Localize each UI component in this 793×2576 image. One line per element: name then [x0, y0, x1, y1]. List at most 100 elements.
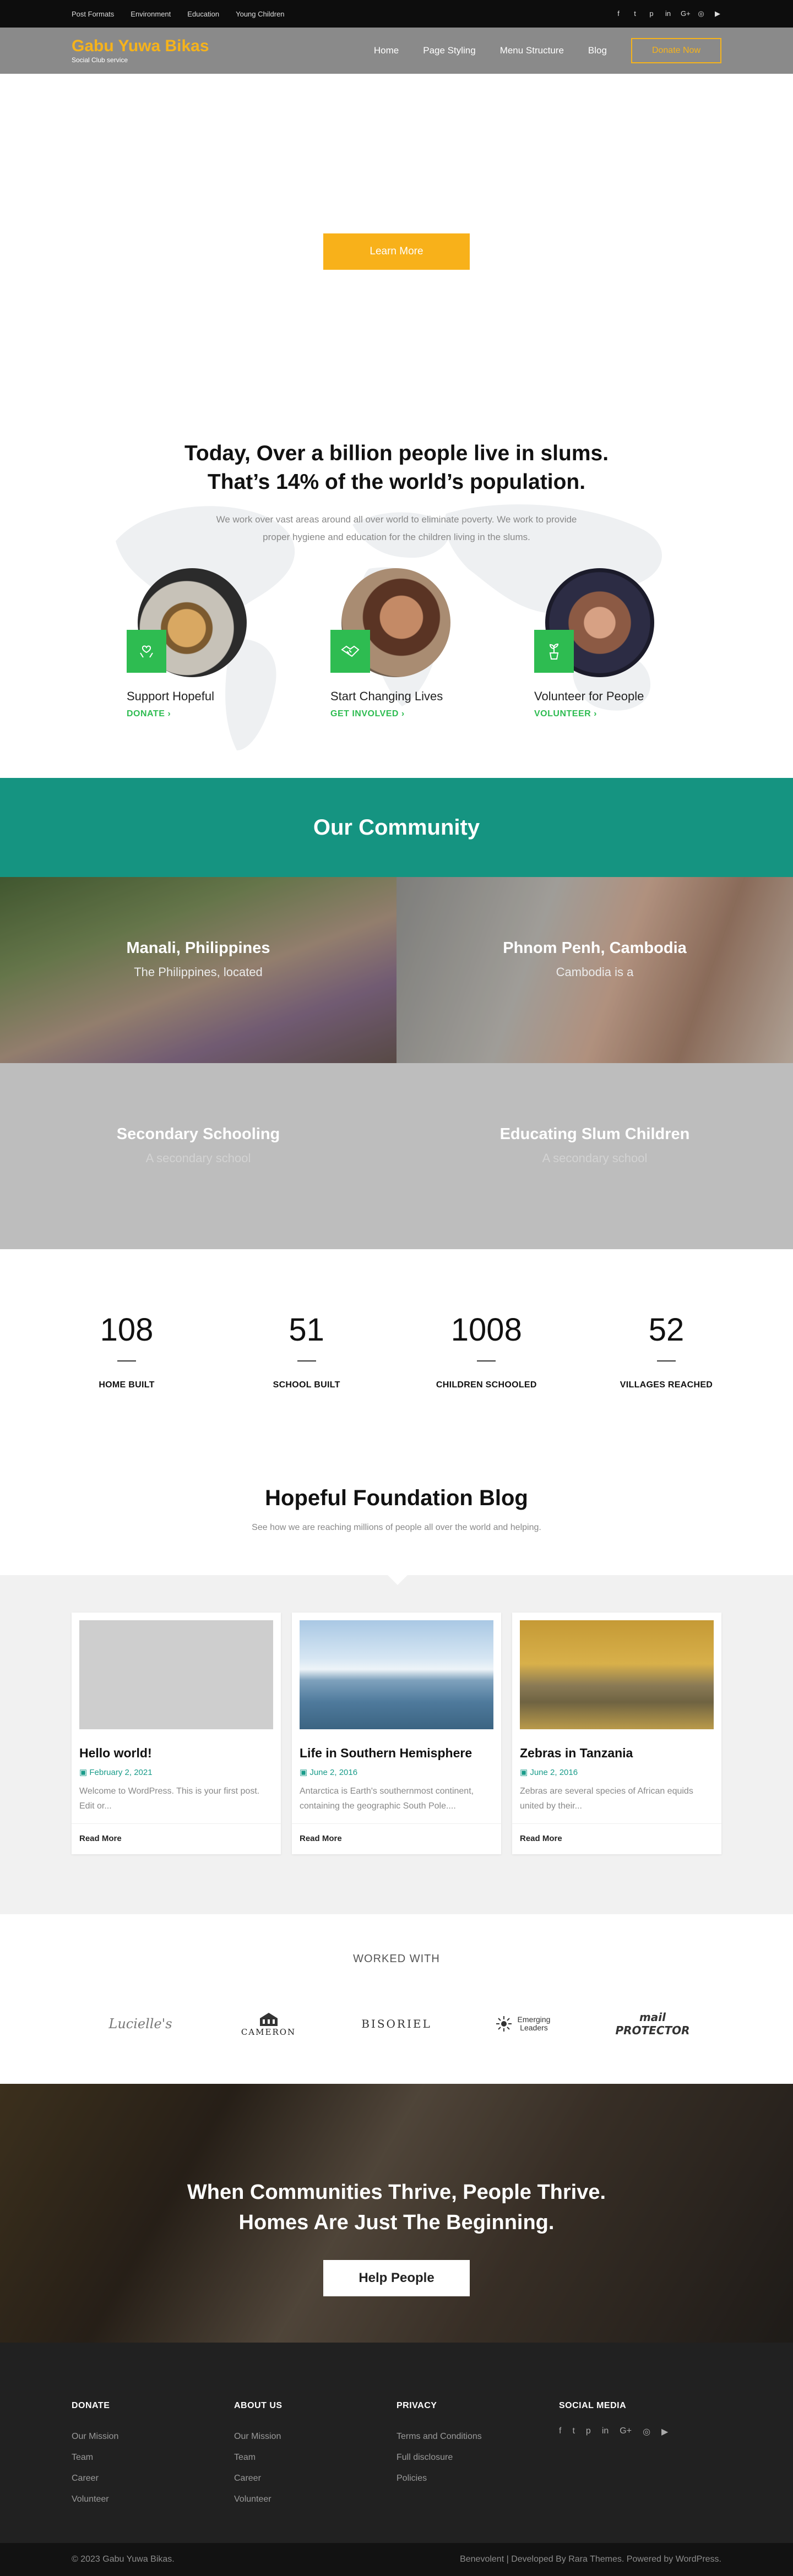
- facebook-icon[interactable]: f: [559, 2426, 561, 2437]
- calendar-icon: ▣: [300, 1768, 310, 1777]
- mission-title-line2: That’s 14% of the world’s population.: [207, 470, 586, 494]
- stats-section: 108 HOME BUILT 51 SCHOOL BUILT 1008 CHIL…: [0, 1249, 793, 1447]
- nav-page-styling[interactable]: Page Styling: [423, 45, 475, 56]
- post-thumbnail-placeholder[interactable]: [79, 1620, 273, 1729]
- stat-label: HOME BUILT: [99, 1380, 155, 1390]
- partner-logo-mail-protector[interactable]: mail PROTECTOR: [611, 2002, 694, 2046]
- partner-logo-cameron[interactable]: CAMERON: [227, 2002, 310, 2046]
- footer-link[interactable]: Terms and Conditions: [397, 2426, 559, 2447]
- footer-link[interactable]: Team: [72, 2447, 234, 2468]
- stat-home-built: 108 HOME BUILT: [72, 1314, 182, 1390]
- mission-title-line1: Today, Over a billion people live in slu…: [184, 442, 609, 465]
- pinterest-icon[interactable]: p: [648, 9, 655, 18]
- nav-home[interactable]: Home: [374, 45, 399, 56]
- get-involved-link[interactable]: GET INVOLVED ›: [330, 709, 463, 719]
- partner-logo-emerging-leaders[interactable]: Emerging Leaders: [484, 2002, 566, 2046]
- pinterest-icon[interactable]: p: [586, 2426, 591, 2437]
- help-people-button[interactable]: Help People: [323, 2260, 470, 2296]
- community-tile-manali[interactable]: Manali, Philippines The Philippines, loc…: [0, 877, 397, 1063]
- post-date[interactable]: ▣ February 2, 2021: [79, 1767, 273, 1777]
- youtube-icon[interactable]: ▶: [661, 2426, 668, 2437]
- twitter-icon[interactable]: t: [572, 2426, 574, 2437]
- volunteer-link[interactable]: VOLUNTEER ›: [534, 709, 666, 719]
- partner-logos: Lucielle's CAMERON BISORIEL Emerging Lea…: [99, 2002, 694, 2046]
- stat-number: 108: [100, 1312, 154, 1348]
- footer-link[interactable]: Volunteer: [234, 2489, 397, 2510]
- google-plus-icon[interactable]: G+: [681, 9, 691, 18]
- post-title[interactable]: Hello world!: [79, 1746, 273, 1761]
- post-card: Hello world! ▣ February 2, 2021 Welcome …: [72, 1613, 281, 1854]
- post-date[interactable]: ▣ June 2, 2016: [300, 1767, 493, 1777]
- site-footer: DONATE Our Mission Team Career Volunteer…: [0, 2343, 793, 2543]
- partner-logo-text: Emerging Leaders: [517, 2015, 551, 2032]
- footer-link[interactable]: Career: [234, 2468, 397, 2489]
- post-thumbnail-antarctica[interactable]: [300, 1620, 493, 1729]
- read-more-link[interactable]: Read More: [72, 1823, 281, 1854]
- donate-link[interactable]: DONATE ›: [127, 709, 259, 719]
- brand[interactable]: Gabu Yuwa Bikas Social Club service: [72, 37, 209, 64]
- tile-desc: The Philippines, located: [134, 965, 263, 979]
- footer-link[interactable]: Full disclosure: [397, 2447, 559, 2468]
- top-link-environment[interactable]: Environment: [131, 10, 171, 18]
- stat-number: 51: [289, 1312, 324, 1348]
- footer-link[interactable]: Policies: [397, 2468, 559, 2489]
- top-bar: Post Formats Environment Education Young…: [0, 0, 793, 28]
- top-link-education[interactable]: Education: [187, 10, 219, 18]
- feature-title: Support Hopeful: [127, 689, 214, 703]
- nav-menu-structure[interactable]: Menu Structure: [500, 45, 564, 56]
- donate-now-button[interactable]: Donate Now: [631, 38, 721, 63]
- post-title[interactable]: Life in Southern Hemisphere: [300, 1746, 493, 1761]
- handshake-icon: [330, 630, 370, 673]
- tile-title: Educating Slum Children: [499, 1125, 690, 1143]
- twitter-icon[interactable]: t: [631, 9, 639, 18]
- post-title[interactable]: Zebras in Tanzania: [520, 1746, 714, 1761]
- footer-link[interactable]: Volunteer: [72, 2489, 234, 2510]
- post-date-text: February 2, 2021: [89, 1768, 153, 1777]
- community-tile-phnom-penh[interactable]: Phnom Penh, Cambodia Cambodia is a: [397, 877, 793, 1063]
- footer-link[interactable]: Team: [234, 2447, 397, 2468]
- stat-divider: [297, 1360, 316, 1361]
- stat-villages-reached: 52 VILLAGES REACHED: [611, 1314, 721, 1390]
- cta-section: When Communities Thrive, People Thrive. …: [0, 2084, 793, 2343]
- blog-title: Hopeful Foundation Blog: [265, 1486, 528, 1510]
- post-thumbnail-zebras[interactable]: [520, 1620, 714, 1729]
- post-date[interactable]: ▣ June 2, 2016: [520, 1767, 714, 1777]
- linkedin-icon[interactable]: in: [664, 9, 672, 18]
- partner-logo-bisoriel[interactable]: BISORIEL: [355, 2002, 438, 2046]
- posts-row: Hello world! ▣ February 2, 2021 Welcome …: [72, 1575, 721, 1854]
- calendar-icon: ▣: [79, 1768, 90, 1777]
- youtube-icon[interactable]: ▶: [714, 9, 721, 18]
- top-link-post-formats[interactable]: Post Formats: [72, 10, 114, 18]
- read-more-link[interactable]: Read More: [512, 1823, 721, 1854]
- stat-label: SCHOOL BUILT: [273, 1380, 340, 1390]
- calendar-icon: ▣: [520, 1768, 530, 1777]
- learn-more-button[interactable]: Learn More: [323, 233, 470, 270]
- top-link-young-children[interactable]: Young Children: [236, 10, 284, 18]
- stat-school-built: 51 SCHOOL BUILT: [252, 1314, 362, 1390]
- community-tile-educating-slum-children[interactable]: Educating Slum Children A secondary scho…: [397, 1063, 793, 1249]
- footer-col-social: SOCIAL MEDIA f t p in G+ ◎ ▶: [559, 2401, 721, 2510]
- footer-link[interactable]: Our Mission: [234, 2426, 397, 2447]
- stat-number: 52: [648, 1312, 685, 1348]
- site-name[interactable]: Gabu Yuwa Bikas: [72, 37, 209, 55]
- facebook-icon[interactable]: f: [615, 9, 622, 18]
- partner-logo-text: mail PROTECTOR: [615, 2011, 690, 2037]
- footer-link[interactable]: Our Mission: [72, 2426, 234, 2447]
- feature-support: Support Hopeful DONATE ›: [127, 568, 259, 719]
- blog-subtitle: See how we are reaching millions of peop…: [252, 1523, 541, 1532]
- credits-text[interactable]: Benevolent | Developed By Rara Themes. P…: [460, 2555, 721, 2564]
- read-more-link[interactable]: Read More: [292, 1823, 501, 1854]
- partner-logo-lucielles[interactable]: Lucielle's: [99, 2002, 182, 2046]
- stat-divider: [656, 1360, 676, 1361]
- instagram-icon[interactable]: ◎: [697, 9, 705, 18]
- partner-logo-text: CAMERON: [241, 2027, 296, 2037]
- google-plus-icon[interactable]: G+: [620, 2426, 632, 2437]
- linkedin-icon[interactable]: in: [602, 2426, 609, 2437]
- mission-sub-line2: proper hygiene and education for the chi…: [263, 532, 530, 542]
- instagram-icon[interactable]: ◎: [643, 2426, 650, 2437]
- footer-link[interactable]: Career: [72, 2468, 234, 2489]
- tile-desc: A secondary school: [542, 1151, 648, 1165]
- nav-blog[interactable]: Blog: [588, 45, 607, 56]
- post-excerpt: Antarctica is Earth's southernmost conti…: [300, 1787, 474, 1811]
- community-tile-secondary-schooling[interactable]: Secondary Schooling A secondary school: [0, 1063, 397, 1249]
